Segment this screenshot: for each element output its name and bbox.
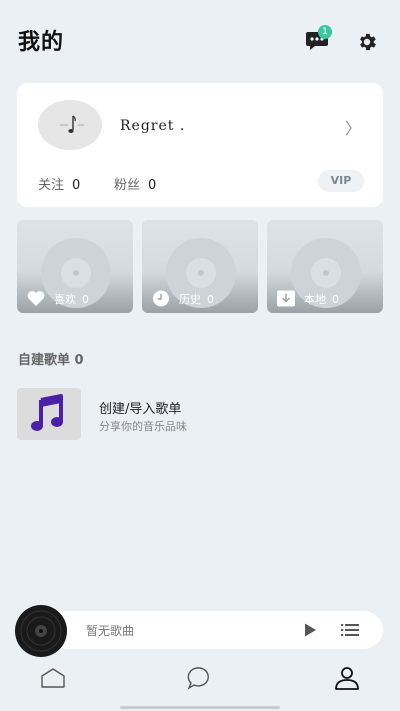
header: 我的 1 [0, 0, 400, 80]
settings-button[interactable] [356, 31, 378, 53]
tile-local[interactable]: 本地 0 [267, 220, 383, 313]
tile-favorites-count: 0 [82, 293, 89, 306]
create-playlist-row[interactable]: 创建/导入歌单 分享你的音乐品味 [17, 388, 383, 440]
clock-icon [153, 290, 169, 307]
tile-favorites-label: 喜欢 [54, 293, 76, 306]
following-stat[interactable]: 关注 0 [38, 174, 80, 193]
create-playlist-title: 创建/导入歌单 [99, 402, 182, 417]
music-note-icon [31, 394, 63, 431]
message-count-badge: 1 [318, 25, 332, 39]
playlist-queue-icon[interactable] [341, 623, 359, 637]
tile-label: 喜欢 0 [54, 291, 89, 307]
tile-local-count: 0 [332, 293, 339, 306]
create-playlist-subtitle: 分享你的音乐品味 [99, 420, 187, 433]
avatar[interactable] [38, 100, 102, 150]
tile-favorites[interactable]: 喜欢 0 [17, 220, 133, 313]
heart-icon [27, 291, 45, 306]
tile-local-label: 本地 [304, 293, 326, 306]
playlists-section-title: 自建歌单 0 [18, 353, 84, 368]
tile-history[interactable]: 历史 0 [142, 220, 258, 313]
nav-chat-bubble-icon[interactable] [185, 664, 215, 692]
username[interactable]: Regret . [120, 118, 185, 134]
playlist-cover [17, 388, 81, 440]
mini-player[interactable] [17, 611, 383, 649]
followers-stat[interactable]: 粉丝 0 [114, 174, 156, 193]
followers-count: 0 [148, 178, 157, 193]
nav-home-icon[interactable] [38, 664, 68, 692]
vinyl-record-icon[interactable] [14, 604, 68, 658]
tile-history-label: 历史 [179, 293, 201, 306]
home-indicator [120, 706, 280, 709]
following-count: 0 [72, 178, 81, 193]
chevron-right-icon[interactable]: 〉 [345, 115, 361, 139]
music-note-avatar-image [38, 100, 102, 150]
tile-label: 本地 0 [304, 291, 339, 307]
now-playing-text: 暂无歌曲 [86, 624, 135, 638]
profile-card[interactable]: Regret . 〉 关注 0 粉丝 0 VIP [17, 83, 383, 207]
tile-label: 历史 0 [179, 291, 214, 307]
tile-history-count: 0 [207, 293, 214, 306]
following-label: 关注 [38, 178, 65, 193]
vip-button[interactable]: VIP [318, 170, 364, 192]
nav-user-icon[interactable] [332, 664, 362, 692]
followers-label: 粉丝 [114, 178, 141, 193]
play-icon[interactable] [302, 622, 318, 638]
download-icon [277, 290, 295, 307]
gear-icon [360, 33, 376, 51]
page-title: 我的 [18, 30, 65, 55]
